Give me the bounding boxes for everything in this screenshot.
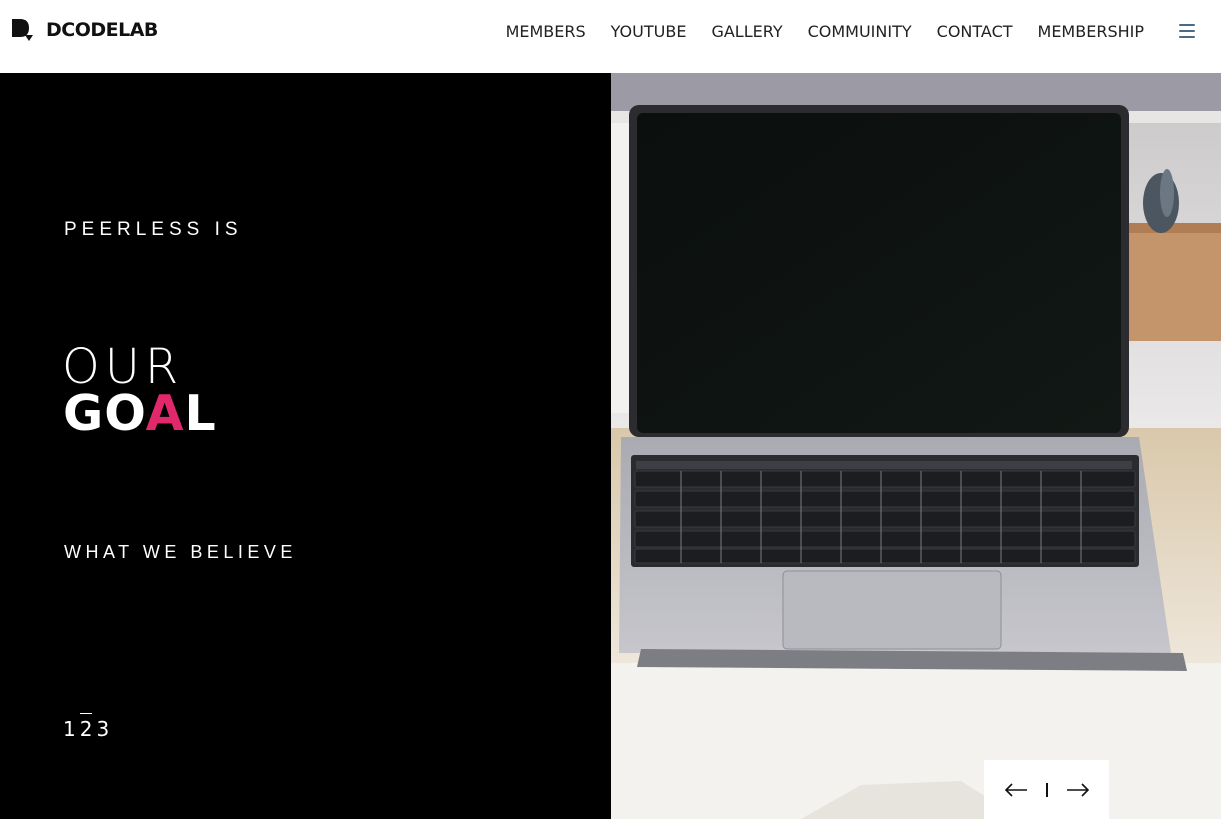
hero-kicker: PEERLESS IS [64, 219, 243, 240]
logo-icon [12, 19, 33, 41]
pager-item-2[interactable]: 2 [79, 713, 92, 741]
nav-gallery[interactable]: GALLERY [711, 22, 782, 41]
laptop-photo [611, 73, 1221, 819]
main-nav: MEMBERS YOUTUBE GALLERY COMMUINITY CONTA… [506, 0, 1221, 62]
hero-laptop-image [611, 73, 1221, 819]
hero-subtitle: WHAT WE BELIEVE [64, 542, 297, 562]
nav-community[interactable]: COMMUINITY [808, 22, 912, 41]
nav-members[interactable]: MEMBERS [506, 22, 586, 41]
hero-text-panel: PEERLESS IS OUR GOAL WHAT WE BELIEVE 1 2… [0, 73, 611, 819]
pager-item-3[interactable]: 3 [96, 717, 109, 741]
slide-pager: 1 2 3 [63, 713, 113, 741]
logo[interactable]: DCODELAB [10, 16, 158, 44]
pager-item-1[interactable]: 1 [63, 717, 76, 741]
headline-accent-letter: A [145, 385, 185, 442]
arrow-right-icon[interactable] [1066, 782, 1090, 797]
hero-headline-goal: GOAL [63, 385, 217, 442]
nav-membership[interactable]: MEMBERSHIP [1038, 22, 1144, 41]
nav-youtube[interactable]: YOUTUBE [611, 22, 687, 41]
site-header: DCODELAB MEMBERS YOUTUBE GALLERY COMMUIN… [0, 0, 1221, 73]
arrow-left-icon[interactable] [1004, 782, 1028, 797]
hamburger-icon[interactable] [1179, 24, 1195, 38]
slider-divider [1045, 782, 1048, 797]
logo-text: DCODELAB [46, 19, 158, 41]
nav-contact[interactable]: CONTACT [937, 22, 1013, 41]
slider-controls [984, 760, 1109, 819]
